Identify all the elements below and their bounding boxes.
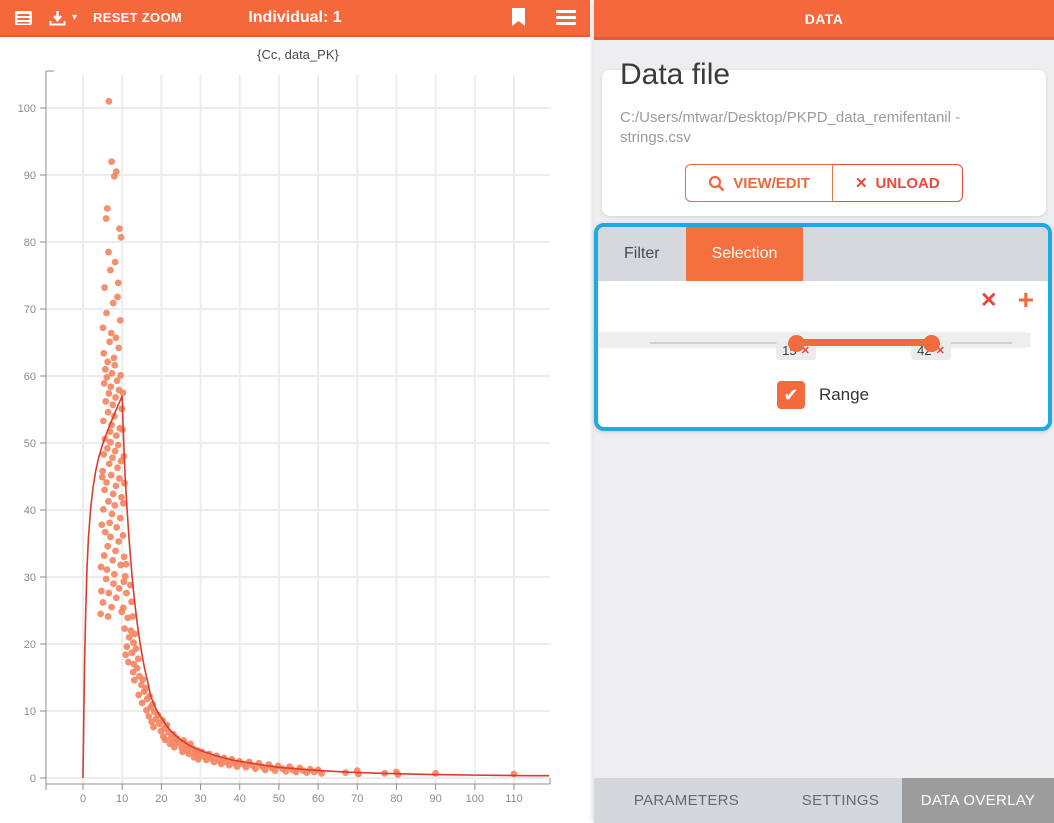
close-icon: ✕ [855,174,868,192]
pk-plot[interactable]: 0 10 20 30 40 50 60 70 80 90 100 0 10 20 30 40 50 60 70 80 9… [0,0,590,823]
tab-filter[interactable]: Filter [598,227,686,281]
svg-text:30: 30 [24,572,36,584]
app-window: ▾ RESET ZOOM Individual: 1 {Cc, data_PK}… [0,0,1054,823]
svg-text:70: 70 [351,793,363,805]
svg-text:60: 60 [24,371,36,383]
data-file-card: Data file C:/Users/mtwar/Desktop/PKPD_da… [602,70,1046,216]
delete-selection-icon[interactable]: ✕ [980,290,998,311]
menu-icon[interactable] [556,10,576,25]
svg-text:10: 10 [116,793,128,805]
svg-text:50: 50 [24,438,36,450]
svg-text:40: 40 [24,505,36,517]
svg-text:30: 30 [194,793,206,805]
data-file-title: Data file [620,58,1028,92]
view-edit-button[interactable]: VIEW/EDIT [685,164,832,202]
data-panel: DATA Data file C:/Users/mtwar/Desktop/PK… [594,0,1054,823]
svg-text:90: 90 [429,793,441,805]
bookmark-icon[interactable] [511,8,526,27]
svg-text:110: 110 [505,793,523,805]
svg-text:40: 40 [234,793,246,805]
data-file-path: C:/Users/mtwar/Desktop/PKPD_data_remifen… [620,108,1028,148]
svg-text:20: 20 [24,639,36,651]
svg-text:60: 60 [312,793,324,805]
range-slider: ‹ › 15 ✕ 42 ✕ [610,315,1036,361]
panel-bottom-tabs: PARAMETERS SETTINGS DATA OVERLAY [594,778,1054,823]
slider-selected-range[interactable] [796,339,931,346]
add-selection-icon[interactable]: + [1018,286,1034,314]
svg-text:90: 90 [24,170,36,182]
tab-parameters[interactable]: PARAMETERS [594,778,779,823]
svg-text:0: 0 [30,773,36,785]
svg-text:80: 80 [390,793,402,805]
slider-track[interactable]: 15 ✕ 42 ✕ [650,342,1012,344]
slider-handle-low[interactable] [788,335,805,352]
check-icon: ✔ [783,385,798,406]
selection-highlight-panel: Filter Selection ✕ + ‹ › 15 ✕ [594,223,1052,431]
data-panel-header: DATA [594,0,1054,40]
unload-button[interactable]: ✕ UNLOAD [832,164,963,202]
selection-content: ✕ + ‹ › 15 ✕ 42 ✕ [598,281,1048,427]
svg-text:50: 50 [273,793,285,805]
svg-text:10: 10 [24,706,36,718]
tab-settings[interactable]: SETTINGS [779,778,902,823]
svg-text:70: 70 [24,304,36,316]
file-actions: VIEW/EDIT ✕ UNLOAD [620,164,1028,202]
search-icon [708,175,725,192]
svg-text:100: 100 [466,793,484,805]
view-edit-label: VIEW/EDIT [733,175,810,192]
svg-text:20: 20 [155,793,167,805]
unload-label: UNLOAD [876,175,940,192]
svg-text:0: 0 [80,793,86,805]
range-checkbox[interactable]: ✔ [777,381,805,409]
filter-selection-tabs: Filter Selection [598,227,1048,281]
tab-data-overlay[interactable]: DATA OVERLAY [902,778,1054,823]
plot-panel: ▾ RESET ZOOM Individual: 1 {Cc, data_PK}… [0,0,590,823]
svg-text:80: 80 [24,237,36,249]
slider-handle-high[interactable] [923,335,940,352]
tab-selection[interactable]: Selection [686,227,804,281]
range-checkbox-label: Range [819,385,869,405]
svg-text:100: 100 [18,103,36,115]
